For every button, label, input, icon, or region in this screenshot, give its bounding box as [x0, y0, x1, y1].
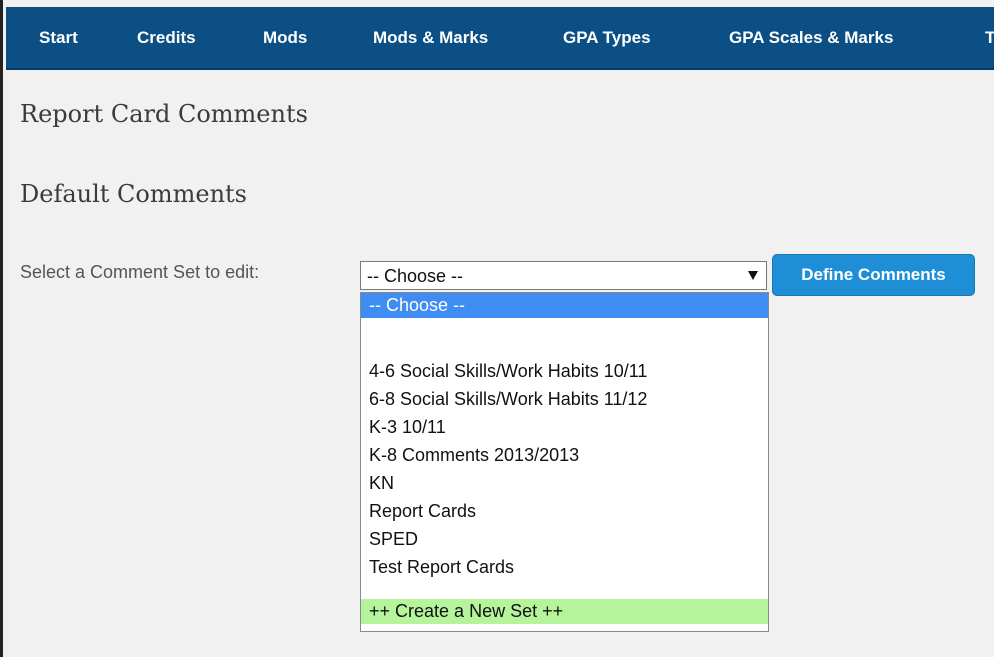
- option-report-cards[interactable]: Report Cards: [361, 499, 768, 524]
- dropdown-arrow-icon: [748, 271, 758, 280]
- comment-set-select[interactable]: -- Choose --: [360, 261, 767, 290]
- comment-set-dropdown-list: -- Choose -- 4-6 Social Skills/Work Habi…: [360, 292, 769, 632]
- nav-item-credits[interactable]: Credits: [137, 7, 196, 68]
- option-choose[interactable]: -- Choose --: [361, 293, 768, 318]
- option-k-8-comments[interactable]: K-8 Comments 2013/2013: [361, 443, 768, 468]
- option-6-8-social-skills[interactable]: 6-8 Social Skills/Work Habits 11/12: [361, 387, 768, 412]
- top-nav-bar: Start Credits Mods Mods & Marks GPA Type…: [6, 7, 994, 70]
- option-4-6-social-skills[interactable]: 4-6 Social Skills/Work Habits 10/11: [361, 359, 768, 384]
- section-title: Default Comments: [20, 180, 247, 208]
- nav-item-truncated[interactable]: T: [985, 7, 994, 68]
- option-sped[interactable]: SPED: [361, 527, 768, 552]
- option-blank[interactable]: [361, 327, 768, 352]
- define-comments-button[interactable]: Define Comments: [772, 254, 975, 296]
- nav-item-mods-and-marks[interactable]: Mods & Marks: [373, 7, 488, 68]
- nav-item-gpa-types[interactable]: GPA Types: [563, 7, 651, 68]
- comment-set-selected-value: -- Choose --: [367, 266, 464, 286]
- nav-item-mods[interactable]: Mods: [263, 7, 307, 68]
- nav-item-gpa-scales-and-marks[interactable]: GPA Scales & Marks: [729, 7, 893, 68]
- option-k-3[interactable]: K-3 10/11: [361, 415, 768, 440]
- page-title: Report Card Comments: [20, 100, 308, 128]
- comment-set-label: Select a Comment Set to edit:: [20, 262, 260, 282]
- option-create-new-set[interactable]: ++ Create a New Set ++: [361, 599, 768, 624]
- nav-item-start[interactable]: Start: [39, 7, 78, 68]
- option-kn[interactable]: KN: [361, 471, 768, 496]
- option-test-report-cards[interactable]: Test Report Cards: [361, 555, 768, 580]
